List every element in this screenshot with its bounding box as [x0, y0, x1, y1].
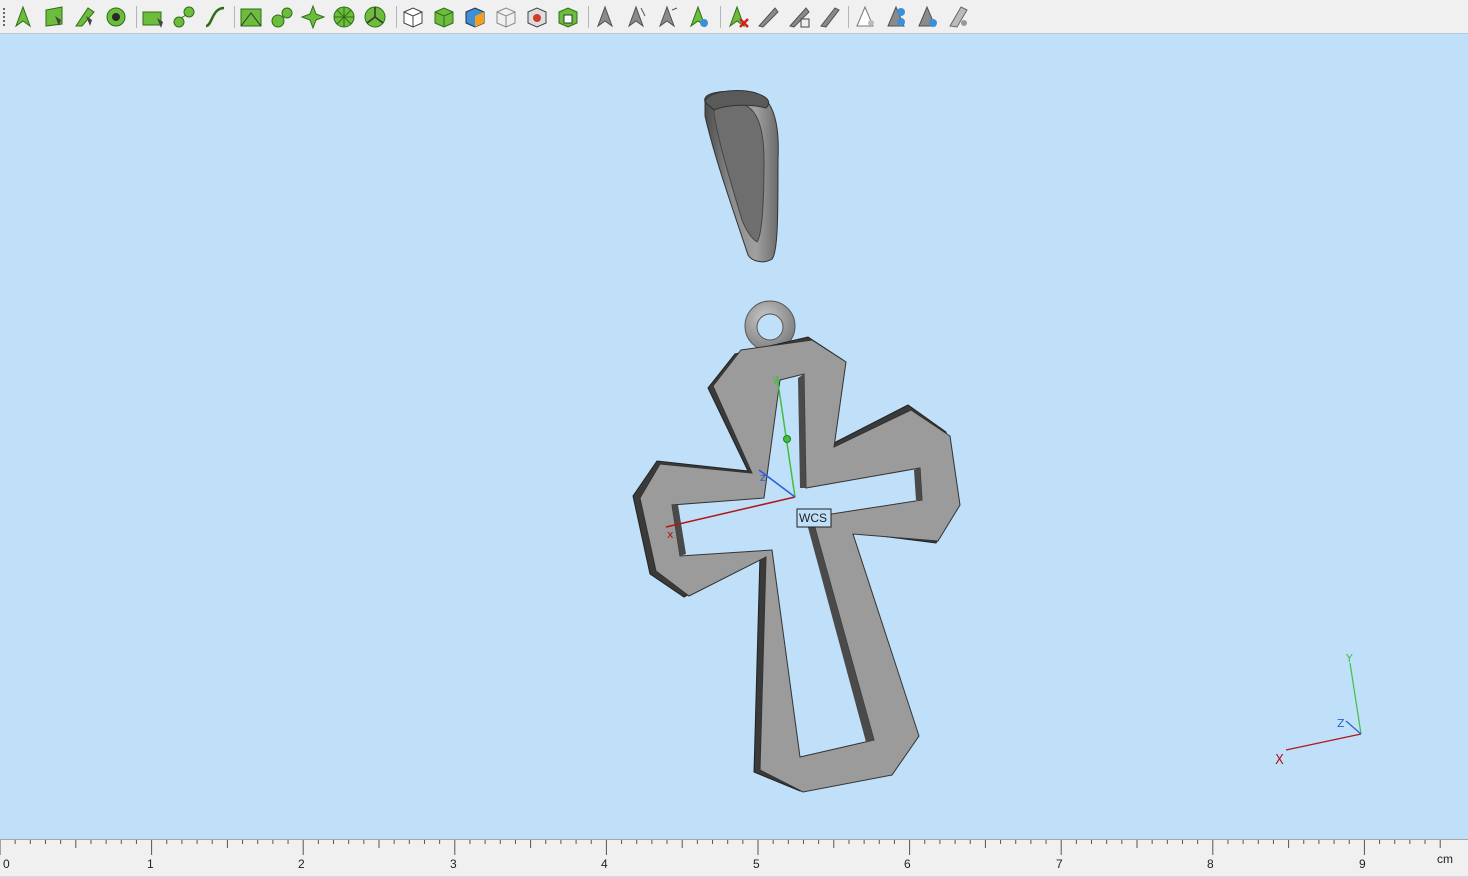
layer-edit-button[interactable] [786, 4, 812, 30]
layer-button[interactable] [755, 4, 781, 30]
ruler-ticks [0, 840, 1441, 855]
toolbar-separator [588, 6, 589, 28]
orient-y-axis [1349, 662, 1362, 735]
box-view-button[interactable] [400, 4, 426, 30]
bottom-ruler[interactable]: 0 1 2 3 4 5 6 7 8 9 cm [0, 839, 1468, 876]
toolbar-separator [234, 6, 235, 28]
arrow-color-icon [689, 5, 708, 28]
wcs-label: WCS [799, 511, 827, 525]
toolbar-separator [848, 6, 849, 28]
toolbar-separator [136, 6, 137, 28]
mesh-icon [240, 8, 262, 27]
local-y-label: y [773, 374, 779, 385]
pattern-icon [300, 4, 326, 30]
arrow-merge-button[interactable] [654, 4, 680, 30]
toolbar-separator [396, 6, 397, 28]
arrow-icon [596, 5, 614, 28]
arrow-merge-icon [658, 5, 678, 28]
render-box-button[interactable] [524, 4, 550, 30]
ruler-label-7: 7 [1056, 857, 1063, 871]
wire-box-button[interactable] [493, 4, 519, 30]
scene-svg: x z y WCS X Y Z [632, 89, 1362, 793]
render-box-icon [527, 7, 547, 28]
select-edges-button[interactable] [72, 4, 98, 30]
select-loops-button[interactable] [103, 4, 129, 30]
select-points-icon [14, 5, 32, 28]
ruler-label-1: 1 [147, 857, 154, 871]
pivot-handle[interactable] [783, 435, 791, 443]
light-button[interactable] [852, 4, 878, 30]
pattern-button[interactable] [300, 4, 326, 30]
rotate-pattern-button[interactable] [331, 4, 357, 30]
ruler-label-3: 3 [450, 857, 457, 871]
node-icon [271, 7, 293, 28]
radial-icon [364, 6, 386, 28]
sketch-rectangle-button[interactable] [140, 4, 166, 30]
light-off-icon [949, 6, 968, 28]
texture-box-icon [558, 7, 578, 28]
radial-button[interactable] [362, 4, 388, 30]
sketch-curve-button[interactable] [202, 4, 228, 30]
toolbar-grip[interactable] [3, 8, 5, 26]
local-x-label: x [667, 528, 674, 541]
shaded-box-icon [434, 7, 454, 28]
layer-edit-icon [789, 7, 810, 28]
light-color-icon [887, 5, 905, 27]
delete-button[interactable] [724, 4, 750, 30]
sketch-circle-button[interactable] [171, 4, 197, 30]
toolbar-separator [720, 6, 721, 28]
ruler-label-5: 5 [753, 857, 760, 871]
shaded-box-button[interactable] [431, 4, 457, 30]
rotate-pattern-icon [333, 6, 355, 28]
sketch-curve-icon [205, 6, 225, 28]
ruler-label-8: 8 [1207, 857, 1214, 871]
ruler-label-6: 6 [904, 857, 911, 871]
ruler-label-9: 9 [1359, 857, 1366, 871]
3d-viewport[interactable]: x z y WCS X Y Z [0, 35, 1468, 839]
layer-shade-icon [820, 7, 840, 28]
light-icon [856, 5, 874, 27]
arrow-split-button[interactable] [623, 4, 649, 30]
select-loops-icon [106, 7, 126, 27]
orient-y-label: Y [1345, 652, 1353, 665]
arrow-button[interactable] [592, 4, 618, 30]
select-faces-button[interactable] [41, 4, 67, 30]
layer-shade-button[interactable] [817, 4, 843, 30]
orient-z-label: Z [1337, 717, 1345, 730]
mesh-button[interactable] [238, 4, 264, 30]
ruler-unit: cm [1437, 852, 1453, 866]
light-color-button[interactable] [883, 4, 909, 30]
light-off-button[interactable] [945, 4, 971, 30]
box-view-icon [403, 7, 423, 28]
sketch-rectangle-icon [142, 11, 163, 28]
ruler-label-4: 4 [601, 857, 608, 871]
select-points-button[interactable] [10, 4, 36, 30]
orient-x-axis [1285, 733, 1362, 751]
select-edges-icon [75, 7, 95, 27]
wire-box-icon [496, 7, 516, 28]
light-eye-icon [918, 5, 937, 27]
colored-box-button[interactable] [462, 4, 488, 30]
delete-icon [728, 5, 749, 28]
cross-model[interactable] [632, 336, 961, 793]
arrow-color-button[interactable] [685, 4, 711, 30]
orientation-axes: X Y Z [1275, 652, 1362, 768]
layer-icon [758, 7, 779, 28]
local-z-label: z [760, 471, 766, 484]
ruler-label-0: 0 [3, 857, 10, 871]
bail-model[interactable] [704, 89, 779, 263]
light-eye-button[interactable] [914, 4, 940, 30]
node-button[interactable] [269, 4, 295, 30]
select-faces-icon [45, 6, 63, 27]
sketch-circle-icon [173, 6, 195, 28]
main-toolbar [0, 0, 1468, 34]
ruler-label-2: 2 [298, 857, 305, 871]
texture-box-button[interactable] [555, 4, 581, 30]
arrow-split-icon [627, 5, 646, 28]
colored-box-icon [465, 7, 485, 28]
orient-x-label: X [1275, 753, 1284, 768]
